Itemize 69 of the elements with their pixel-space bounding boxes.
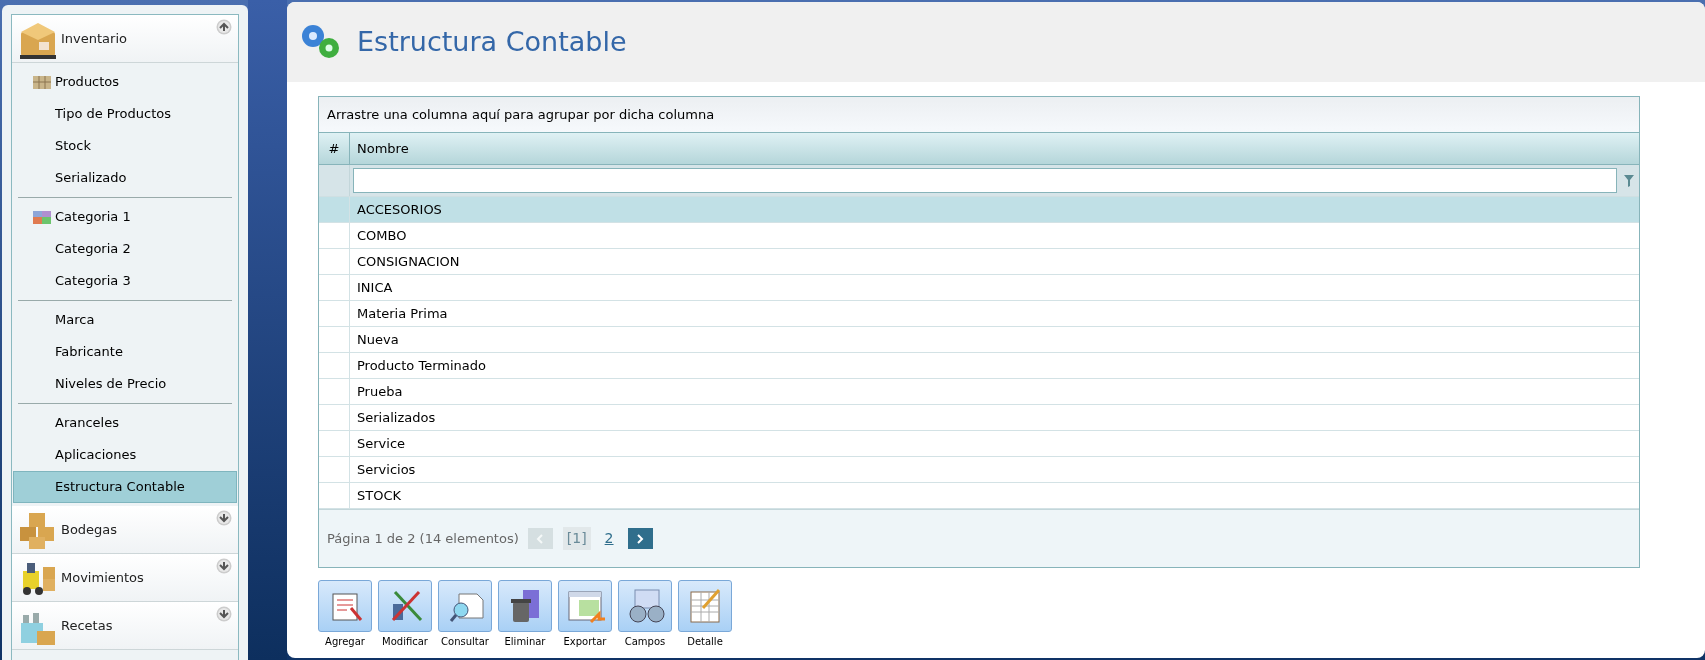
- chevron-left-icon: [536, 533, 545, 544]
- page-title: Estructura Contable: [357, 24, 627, 59]
- expand-icon[interactable]: [216, 510, 232, 526]
- column-header[interactable]: #: [319, 133, 350, 164]
- collapse-icon[interactable]: [216, 19, 232, 35]
- grid-row[interactable]: ACCESORIOS: [319, 197, 1639, 223]
- grid-row[interactable]: CONSIGNACION: [319, 249, 1639, 275]
- group-panel: Arrastre una columna aquí para agrupar por dicha columna: [319, 97, 1639, 133]
- sidebar-item[interactable]: Marca: [13, 304, 237, 336]
- sidebar-item[interactable]: Niveles de Precio: [13, 368, 237, 400]
- sidebar-item[interactable]: Stock: [13, 130, 237, 162]
- toolbar-button[interactable]: [498, 580, 552, 632]
- sidebar-item[interactable]: Categoria 3: [13, 265, 237, 297]
- toolbar-label: Eliminar: [504, 635, 546, 649]
- toolbar-label: Campos: [624, 635, 666, 649]
- table-cell-text: CONSIGNACION: [356, 252, 461, 271]
- table-cell-text: Serializados: [356, 408, 437, 427]
- table-cell-text: Nueva: [356, 330, 400, 349]
- table-cell-text: ACCESORIOS: [356, 200, 443, 219]
- table-cell-text: Servicios: [356, 460, 417, 479]
- toolbar-button[interactable]: [438, 580, 492, 632]
- toolbar-label: Consultar: [441, 635, 489, 649]
- chevron-right-icon: [636, 533, 645, 544]
- grid-row[interactable]: COMBO: [319, 223, 1639, 249]
- filter-input[interactable]: [353, 168, 1617, 193]
- sidebar-item[interactable]: Fabricante: [13, 336, 237, 368]
- grid-row[interactable]: Materia Prima: [319, 301, 1639, 327]
- sidebar-item[interactable]: Serializado: [13, 162, 237, 194]
- section-header[interactable]: Movimientos: [12, 554, 238, 602]
- table-cell-text: Prueba: [356, 382, 404, 401]
- filter-icon[interactable]: [1623, 173, 1635, 188]
- toolbar-label: Detalle: [687, 635, 723, 649]
- sidebar-item[interactable]: Aranceles: [13, 407, 237, 439]
- grid-row[interactable]: STOCK: [319, 483, 1639, 509]
- table-cell-text: Producto Terminado: [356, 356, 487, 375]
- column-header[interactable]: Nombre: [350, 133, 1639, 164]
- table-cell-text: STOCK: [356, 486, 403, 505]
- grid-row[interactable]: Service: [319, 431, 1639, 457]
- grid-row[interactable]: INICA: [319, 275, 1639, 301]
- table-cell-text: Materia Prima: [356, 304, 449, 323]
- sidebar-item[interactable]: Categoria 1: [13, 201, 237, 233]
- sidebar-item[interactable]: Categoria 2: [13, 233, 237, 265]
- sidebar-item[interactable]: Productos: [13, 66, 237, 98]
- expand-icon[interactable]: [216, 558, 232, 574]
- grid-row[interactable]: Prueba: [319, 379, 1639, 405]
- sidebar-item[interactable]: Estructura Contable: [13, 471, 237, 503]
- expand-icon[interactable]: [216, 606, 232, 622]
- table-cell-text: Service: [356, 434, 407, 453]
- toolbar-label: Agregar: [325, 635, 365, 649]
- toolbar-button[interactable]: [378, 580, 432, 632]
- crates-icon: [32, 209, 52, 225]
- sidebar-item[interactable]: Aplicaciones: [13, 439, 237, 471]
- section-header[interactable]: Recetas: [12, 602, 238, 650]
- next-page-button[interactable]: [627, 528, 653, 549]
- grid-row[interactable]: Servicios: [319, 457, 1639, 483]
- section-header[interactable]: Bodegas: [12, 506, 238, 554]
- table-cell-text: COMBO: [356, 226, 408, 245]
- grid-row[interactable]: Serializados: [319, 405, 1639, 431]
- toolbar-button[interactable]: [618, 580, 672, 632]
- table-cell-text: INICA: [356, 278, 394, 297]
- toolbar-label: Modificar: [382, 635, 428, 649]
- section-header[interactable]: Inventario: [12, 15, 238, 63]
- sidebar-item[interactable]: Tipo de Productos: [13, 98, 237, 130]
- grid-row[interactable]: Nueva: [319, 327, 1639, 353]
- grid-row[interactable]: Producto Terminado: [319, 353, 1639, 379]
- pager-summary: Página 1 de 2 (14 elementos): [327, 529, 519, 548]
- toolbar-label: Exportar: [563, 635, 607, 649]
- crates-icon: [32, 74, 52, 90]
- page-link[interactable]: 2: [600, 528, 618, 549]
